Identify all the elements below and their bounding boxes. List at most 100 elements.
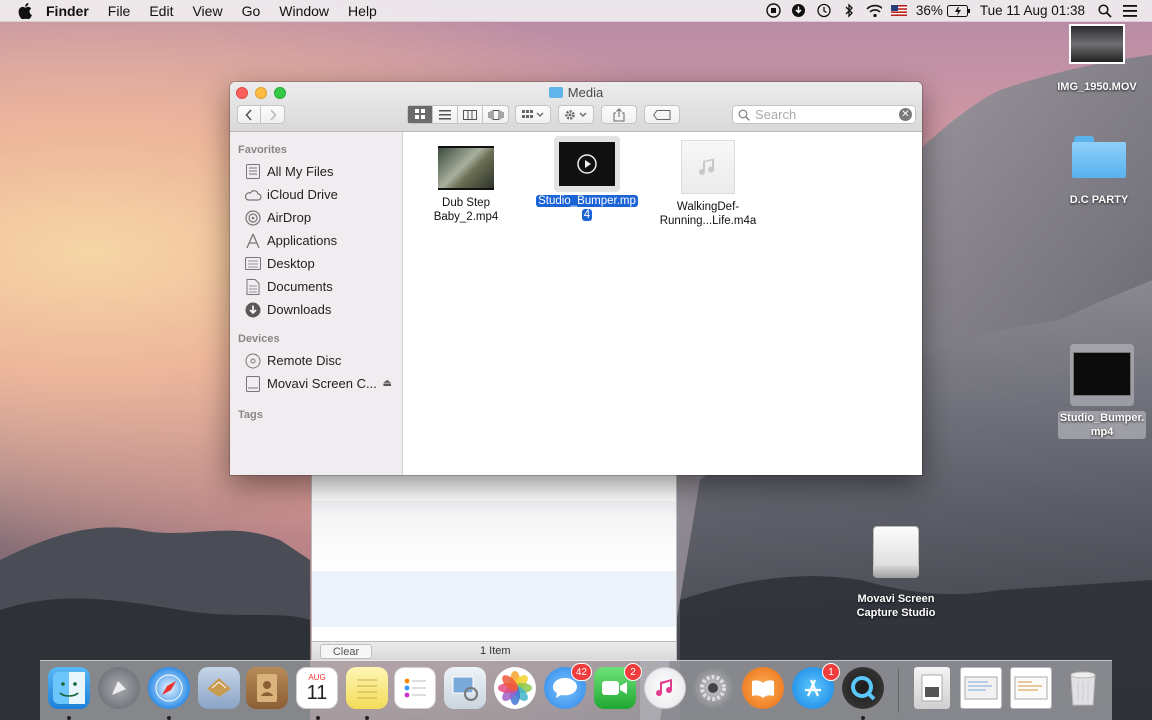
finder-toolbar: Media Search ✕	[230, 82, 922, 132]
stack-folder-dock-icon[interactable]	[914, 667, 950, 709]
ibooks-dock-icon[interactable]	[742, 667, 784, 709]
notification-center-icon[interactable]	[1122, 3, 1138, 19]
safari-dock-icon[interactable]	[148, 667, 190, 709]
trash-dock-icon[interactable]	[1062, 667, 1104, 709]
stop-recording-icon[interactable]	[766, 3, 782, 19]
tags-button[interactable]	[644, 105, 680, 124]
forward-button[interactable]	[261, 106, 284, 123]
sidebar-item-all-my-files[interactable]: All My Files	[230, 160, 402, 183]
list-view-button[interactable]	[433, 106, 458, 123]
search-field[interactable]: Search ✕	[732, 105, 916, 124]
sidebar-item-remote-disc[interactable]: Remote Disc	[230, 349, 402, 372]
sidebar-item-movavi-volume[interactable]: Movavi Screen C... ⏏	[230, 372, 402, 395]
view-mode-control	[407, 105, 509, 124]
cloud-icon	[244, 187, 262, 203]
battery-icon[interactable]	[946, 3, 971, 19]
time-machine-icon[interactable]	[816, 3, 832, 19]
photos-dock-icon[interactable]	[494, 667, 536, 709]
file-item[interactable]: Dub Step Baby_2.mp4	[411, 146, 521, 224]
sidebar-header-tags: Tags	[238, 409, 263, 421]
reminders-dock-icon[interactable]	[394, 667, 436, 709]
file-item[interactable]: WalkingDef- Running...Life.m4a	[653, 140, 763, 228]
battery-percent[interactable]: 36%	[916, 3, 943, 18]
arrange-button[interactable]	[515, 105, 551, 124]
sidebar-item-documents[interactable]: Documents	[230, 275, 402, 298]
messages-dock-icon[interactable]: 42	[544, 663, 592, 709]
sidebar-header-favorites: Favorites	[238, 144, 287, 156]
audio-file-icon	[681, 140, 735, 194]
menu-view[interactable]: View	[192, 3, 222, 19]
calendar-dock-icon[interactable]: AUG 11	[296, 667, 338, 709]
video-thumbnail	[438, 146, 494, 190]
applications-icon	[244, 233, 262, 249]
download-status-icon[interactable]	[791, 3, 807, 19]
sidebar-item-icloud-drive[interactable]: iCloud Drive	[230, 183, 402, 206]
quicktime-dock-icon[interactable]	[842, 667, 884, 709]
desktop-file-img1950[interactable]: IMG_1950.MOV	[1047, 24, 1147, 94]
screenshot-stack-dock-icon[interactable]	[960, 667, 1002, 709]
spotlight-icon[interactable]	[1097, 3, 1113, 19]
calendar-day: 11	[306, 681, 328, 704]
menu-file[interactable]: File	[108, 3, 131, 19]
documents-stack-dock-icon[interactable]	[1010, 667, 1052, 709]
wifi-icon[interactable]	[866, 3, 882, 19]
system-preferences-dock-icon[interactable]	[692, 667, 734, 709]
back-button[interactable]	[238, 106, 261, 123]
itunes-dock-icon[interactable]	[644, 667, 686, 709]
clear-search-icon[interactable]: ✕	[899, 108, 912, 121]
facetime-dock-icon[interactable]: 2	[594, 663, 642, 709]
sidebar-header-devices: Devices	[238, 333, 280, 345]
desktop-volume-movavi[interactable]: Movavi Screen Capture Studio	[846, 526, 946, 620]
apple-menu-icon[interactable]	[18, 2, 34, 19]
menu-help[interactable]: Help	[348, 3, 377, 19]
eject-icon[interactable]: ⏏	[383, 378, 392, 389]
app-store-dock-icon[interactable]: 1	[792, 663, 840, 709]
running-indicator	[67, 716, 71, 720]
nav-buttons	[237, 105, 285, 124]
desktop-folder-dc-party[interactable]: D.C PARTY	[1049, 134, 1149, 207]
window-title: Media	[230, 85, 922, 100]
action-gear-button[interactable]	[558, 105, 594, 124]
sidebar-item-downloads[interactable]: Downloads	[230, 298, 402, 321]
calendar-month: AUG	[308, 672, 326, 682]
contacts-dock-icon[interactable]	[246, 667, 288, 709]
dock: AUG 11 42 2 1	[40, 660, 1112, 720]
menubar-clock[interactable]: Tue 11 Aug 01:38	[980, 3, 1085, 18]
preview-dock-icon[interactable]	[444, 667, 486, 709]
sidebar-item-applications[interactable]: Applications	[230, 229, 402, 252]
running-indicator	[365, 716, 369, 720]
running-indicator	[861, 716, 865, 720]
sidebar-item-airdrop[interactable]: AirDrop	[230, 206, 402, 229]
column-view-button[interactable]	[458, 106, 483, 123]
disc-icon	[244, 353, 262, 369]
sidebar-item-label: Remote Disc	[267, 353, 342, 368]
file-item-selected[interactable]: Studio_Bumper.mp 4	[532, 136, 642, 222]
icon-view-button[interactable]	[408, 106, 433, 123]
cover-flow-button[interactable]	[483, 106, 508, 123]
share-button[interactable]	[601, 105, 637, 124]
sidebar-item-desktop[interactable]: Desktop	[230, 252, 402, 275]
bluetooth-icon[interactable]	[841, 3, 857, 19]
finder-dock-icon[interactable]	[48, 667, 90, 709]
us-flag-icon[interactable]	[890, 3, 907, 19]
downloads-icon	[244, 302, 262, 318]
all-my-files-icon	[244, 164, 262, 180]
desktop-file-studio-bumper[interactable]: Studio_Bumper. mp4	[1052, 344, 1152, 439]
app-store-updates-badge: 1	[822, 663, 840, 681]
menu-edit[interactable]: Edit	[149, 3, 173, 19]
sidebar-item-label: All My Files	[267, 164, 334, 179]
file-name: Studio_Bumper.mp 4	[536, 195, 638, 221]
launchpad-dock-icon[interactable]	[98, 667, 140, 709]
clear-button[interactable]: Clear	[320, 644, 372, 659]
selection-highlight	[1070, 344, 1134, 406]
video-thumbnail	[1069, 24, 1125, 64]
notes-dock-icon[interactable]	[346, 667, 388, 709]
desktop-file-label: IMG_1950.MOV	[1057, 81, 1137, 93]
desktop-file-label: Studio_Bumper. mp4	[1057, 411, 1147, 439]
menu-go[interactable]: Go	[242, 3, 261, 19]
menu-window[interactable]: Window	[279, 3, 329, 19]
menu-bar: Finder File Edit View Go Window Help 36%…	[0, 0, 1152, 22]
menu-app-name[interactable]: Finder	[46, 3, 89, 19]
mail-dock-icon[interactable]	[198, 667, 240, 709]
list-row-band	[312, 571, 676, 627]
